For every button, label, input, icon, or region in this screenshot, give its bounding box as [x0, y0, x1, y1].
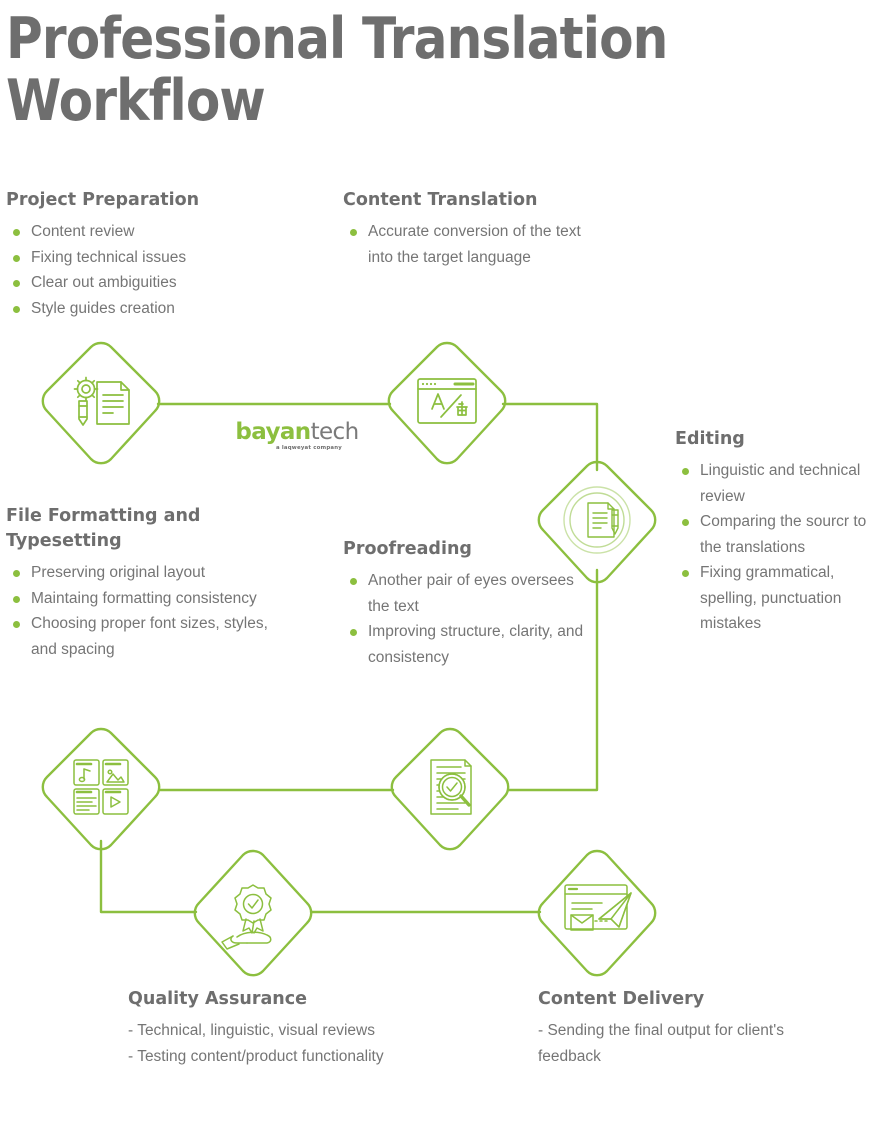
list-item: Choosing proper font sizes, styles, and …	[6, 611, 296, 662]
step-block-content-delivery: Content Delivery - Sending the final out…	[538, 987, 803, 1070]
list-item: Linguistic and technical review	[675, 458, 876, 509]
step-block-quality-assurance: Quality Assurance - Technical, linguisti…	[128, 987, 388, 1070]
step-heading: File Formatting and Typesetting	[6, 506, 201, 551]
node-content-translation	[387, 341, 507, 465]
list-item: Content review	[6, 219, 306, 245]
node-content-delivery	[537, 849, 657, 977]
step-heading: Editing	[675, 429, 745, 449]
logo-name-secondary: tech	[310, 419, 360, 445]
list-item: - Technical, linguistic, visual reviews	[128, 1022, 375, 1039]
node-project-preparation	[41, 341, 161, 465]
node-quality-assurance	[193, 849, 313, 977]
infographic-canvas: Professional Translation Workflow Projec…	[0, 0, 876, 1122]
bayantech-logo: bayantech a laqweyat company	[232, 420, 362, 451]
step-bullet-list: Content review Fixing technical issues C…	[6, 219, 306, 321]
step-bullet-list: Preserving original layout Maintaing for…	[6, 560, 296, 662]
list-item: Clear out ambiguities	[6, 270, 306, 296]
step-block-file-formatting: File Formatting and Typesetting Preservi…	[6, 504, 296, 662]
list-item: Fixing technical issues	[6, 245, 306, 271]
step-dash-list: - Technical, linguistic, visual reviews …	[128, 1018, 388, 1070]
step-block-editing: Editing Linguistic and technical review …	[675, 427, 876, 637]
connector-translation-to-editing	[501, 402, 599, 472]
step-block-content-translation: Content Translation Accurate conversion …	[343, 188, 605, 270]
list-item: Improving structure, clarity, and consis…	[343, 619, 593, 670]
step-bullet-list: Accurate conversion of the text into the…	[343, 219, 605, 270]
list-item: Comparing the sourcr to the translations	[675, 509, 876, 560]
list-item: Accurate conversion of the text into the…	[343, 219, 605, 270]
logo-tagline: a laqweyat company	[275, 445, 343, 451]
step-heading: Content Translation	[343, 190, 538, 210]
list-item: - Sending the final output for client's …	[538, 1022, 784, 1065]
list-item: Another pair of eyes oversees the text	[343, 568, 593, 619]
step-heading: Proofreading	[343, 539, 472, 559]
list-item: Fixing grammatical, spelling, punctuatio…	[675, 560, 876, 637]
step-bullet-list: Linguistic and technical review Comparin…	[675, 458, 876, 637]
logo-wordmark: bayantech	[232, 420, 362, 444]
node-proofreading	[390, 727, 510, 851]
list-item: - Testing content/product functionality	[128, 1048, 384, 1065]
step-bullet-list: Another pair of eyes oversees the text I…	[343, 568, 593, 670]
step-heading: Content Delivery	[538, 989, 705, 1009]
step-heading: Project Preparation	[6, 190, 200, 210]
list-item: Preserving original layout	[6, 560, 296, 586]
page-title: Professional Translation Workflow	[6, 6, 668, 134]
step-block-project-preparation: Project Preparation Content review Fixin…	[6, 188, 306, 321]
connector-formatting-to-qa	[99, 839, 198, 914]
node-file-formatting	[41, 727, 161, 851]
step-block-proofreading: Proofreading Another pair of eyes overse…	[343, 537, 593, 670]
logo-name-primary: bayan	[235, 419, 311, 445]
step-heading: Quality Assurance	[128, 989, 307, 1009]
step-dash-list: - Sending the final output for client's …	[538, 1018, 803, 1070]
list-item: Style guides creation	[6, 296, 306, 322]
list-item: Maintaing formatting consistency	[6, 586, 296, 612]
